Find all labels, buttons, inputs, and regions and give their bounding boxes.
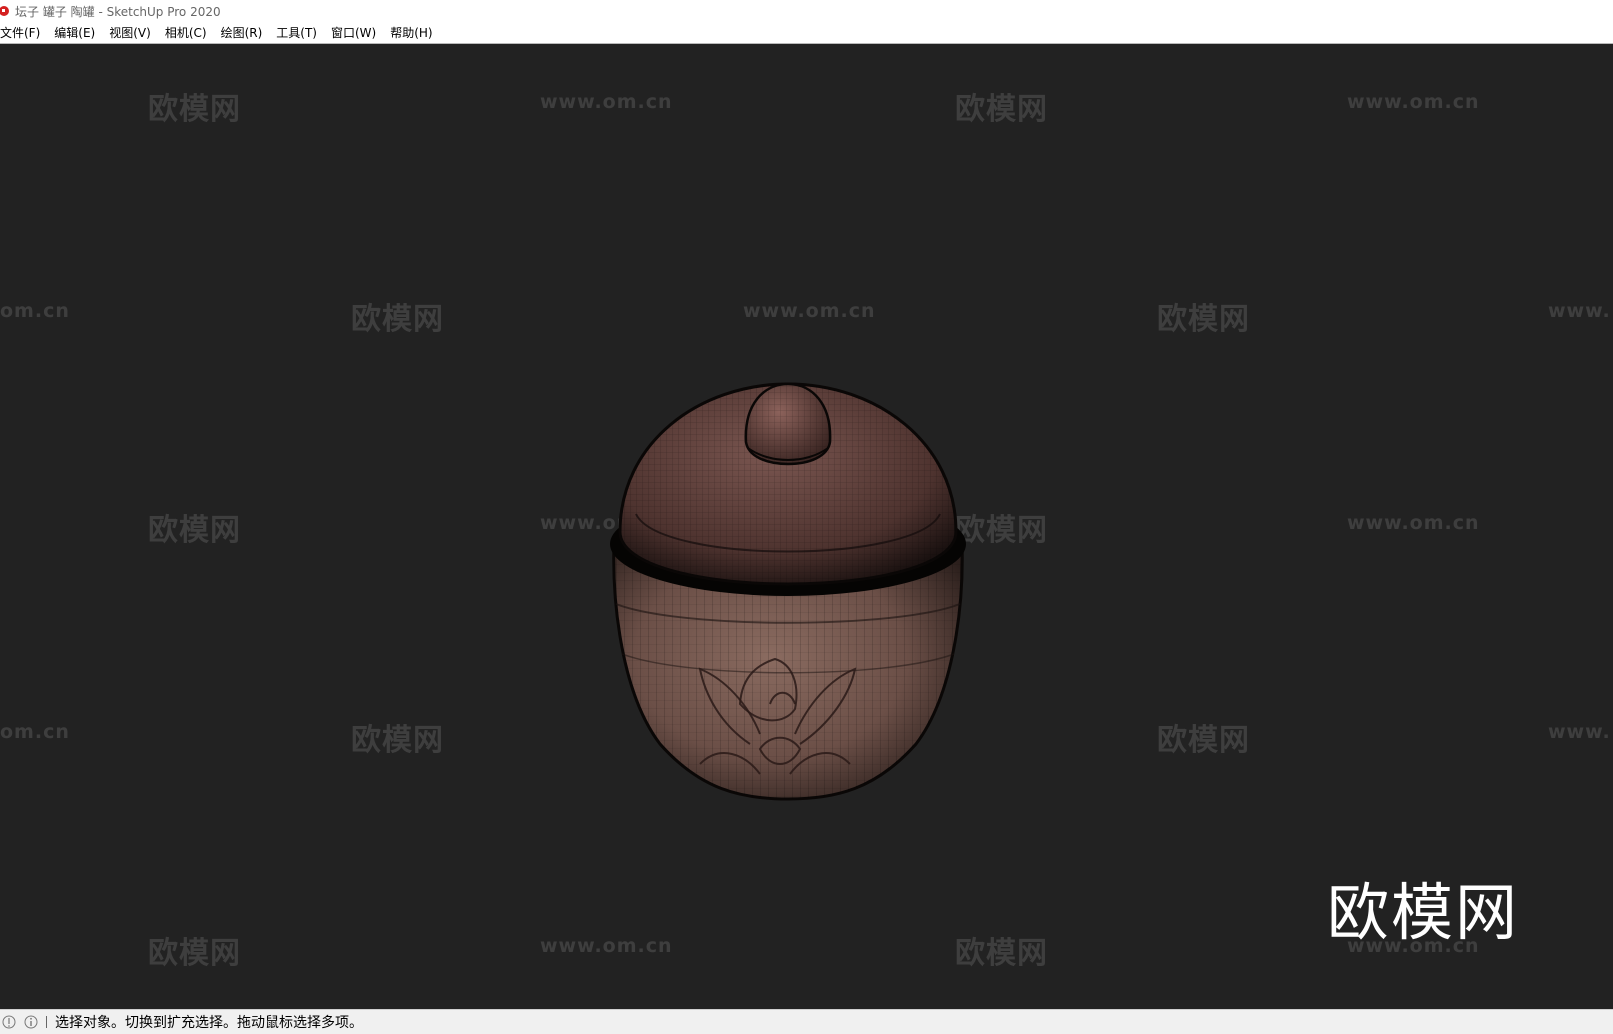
- menu-view[interactable]: 视图(V): [109, 24, 157, 41]
- window-title: 坛子 罐子 陶罐 - SketchUp Pro 2020: [15, 4, 221, 19]
- menu-window[interactable]: 窗口(W): [331, 24, 382, 41]
- menu-tools[interactable]: 工具(T): [276, 24, 323, 41]
- status-message: 选择对象。切换到扩充选择。拖动鼠标选择多项。: [55, 1015, 363, 1031]
- menu-bar: 文件(F) 编辑(E) 视图(V) 相机(C) 绘图(R) 工具(T) 窗口(W…: [0, 22, 1613, 44]
- menu-draw[interactable]: 绘图(R): [221, 24, 269, 41]
- status-bar: 选择对象。切换到扩充选择。拖动鼠标选择多项。: [0, 1009, 1613, 1034]
- geo-location-icon[interactable]: [2, 1015, 16, 1029]
- menu-edit[interactable]: 编辑(E): [54, 24, 101, 41]
- site-logo: 欧模网: [1327, 876, 1520, 949]
- sketchup-app-icon: [0, 6, 9, 16]
- status-separator: [46, 1016, 47, 1028]
- model-viewport[interactable]: 欧模网 www.om.cn 欧模网 www.om.cn om.cn 欧模网 ww…: [0, 44, 1613, 1009]
- menu-camera[interactable]: 相机(C): [165, 24, 213, 41]
- info-icon[interactable]: [24, 1015, 38, 1029]
- menu-help[interactable]: 帮助(H): [390, 24, 438, 41]
- menu-file[interactable]: 文件(F): [0, 24, 46, 41]
- title-bar: 坛子 罐子 陶罐 - SketchUp Pro 2020: [0, 0, 1613, 22]
